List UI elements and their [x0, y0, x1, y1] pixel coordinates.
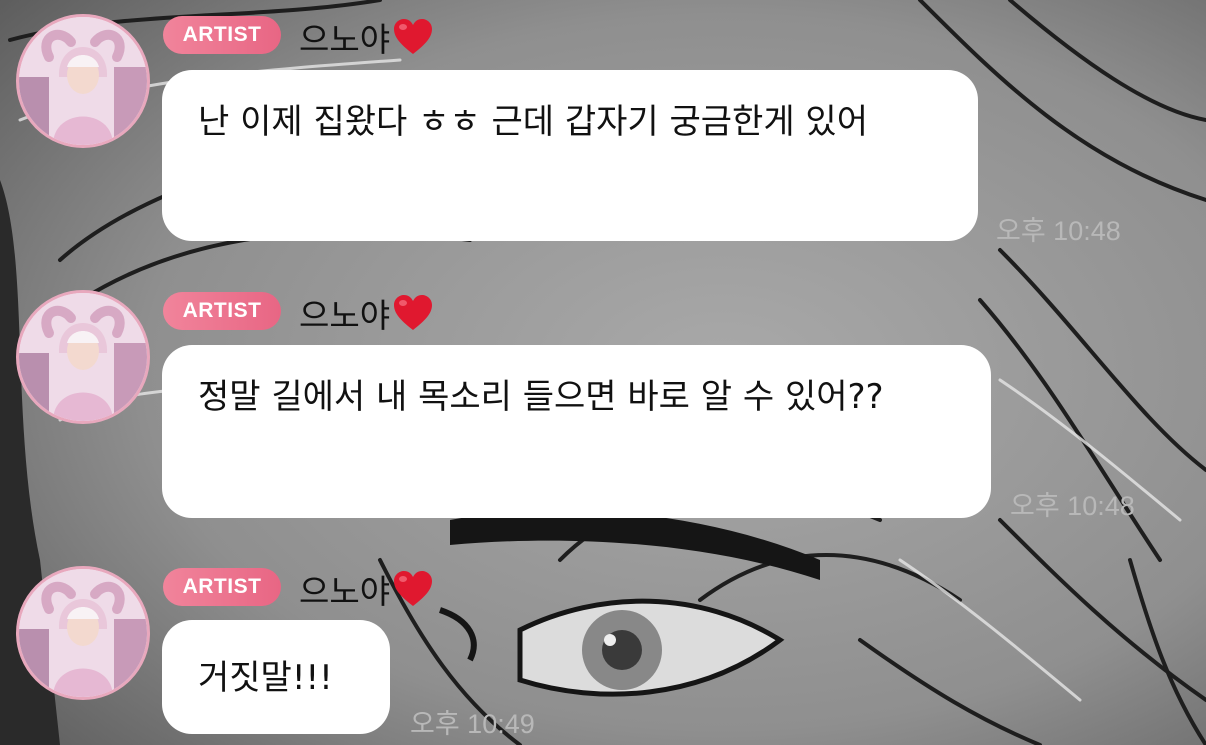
- heart-icon: [394, 19, 433, 54]
- avatar[interactable]: [16, 566, 150, 700]
- message-bubble[interactable]: 정말 길에서 내 목소리 들으면 바로 알 수 있어??: [162, 345, 991, 518]
- message-bubble[interactable]: 난 이제 집왔다 ㅎㅎ 근데 갑자기 궁금한게 있어: [162, 70, 978, 241]
- message-timestamp: 오후 10:49: [410, 709, 535, 739]
- message-text: 정말 길에서 내 목소리 들으면 바로 알 수 있어??: [198, 377, 884, 417]
- avatar[interactable]: [16, 290, 150, 424]
- heart-icon: [394, 571, 433, 606]
- heart-icon: [394, 295, 433, 330]
- profile-photo-icon: [19, 293, 147, 421]
- profile-photo-icon: [19, 569, 147, 697]
- sender-name[interactable]: 으노야: [299, 13, 434, 61]
- profile-photo-icon: [19, 17, 147, 145]
- message-text: 거짓말!!!: [198, 658, 333, 698]
- sender-name-text: 으노야: [299, 296, 391, 335]
- message-timestamp: 오후 10:48: [996, 216, 1121, 246]
- avatar[interactable]: [16, 14, 150, 148]
- message-text: 난 이제 집왔다 ㅎㅎ 근데 갑자기 궁금한게 있어: [198, 102, 868, 142]
- artist-badge: ARTIST: [163, 16, 281, 54]
- artist-badge: ARTIST: [163, 568, 281, 606]
- message-timestamp: 오후 10:48: [1010, 491, 1135, 521]
- sender-name[interactable]: 으노야: [299, 289, 434, 337]
- sender-name-text: 으노야: [299, 20, 391, 59]
- sender-name[interactable]: 으노야: [299, 565, 434, 613]
- message-bubble[interactable]: 거짓말!!!: [162, 620, 390, 734]
- sender-name-text: 으노야: [299, 572, 391, 611]
- artist-badge: ARTIST: [163, 292, 281, 330]
